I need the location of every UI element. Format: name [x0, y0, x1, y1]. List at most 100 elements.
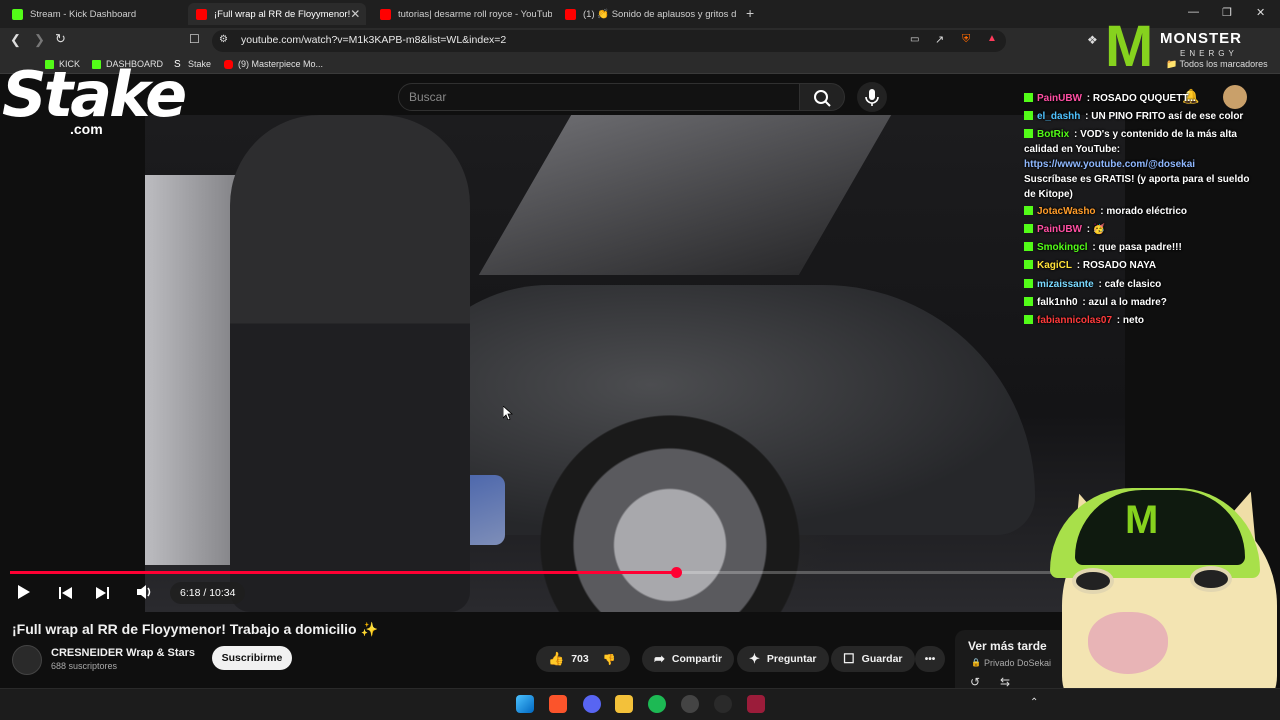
subscribe-button[interactable]: Suscribirme — [212, 646, 292, 670]
search-input[interactable] — [398, 83, 800, 111]
streamer-app-icon[interactable] — [747, 695, 765, 713]
ask-label: Preguntar — [766, 653, 817, 665]
chat-username[interactable]: PainUBW — [1037, 224, 1082, 235]
loop-icon[interactable]: ↺ — [970, 675, 980, 689]
chat-badge-icon — [1024, 224, 1033, 233]
save-icon: ☐ — [843, 651, 855, 666]
tab-full-wrap-video[interactable]: ¡Full wrap al RR de Floyymenor! ✕ — [188, 3, 366, 25]
brave-rewards-icon[interactable]: ▲ — [987, 33, 997, 44]
app-icon[interactable] — [714, 695, 732, 713]
sparkle-icon: ✦ — [749, 651, 760, 666]
tab-tutorial-video[interactable]: tutorias| desarme roll royce - YouTub — [372, 3, 552, 25]
time-display: 6:18 / 10:34 — [170, 582, 246, 604]
thumbs-down-icon[interactable]: 👎 — [603, 653, 616, 666]
share-icon[interactable]: ↗ — [935, 33, 944, 46]
video-player[interactable] — [145, 115, 1125, 612]
monster-brand-text: MONSTER — [1160, 30, 1242, 47]
channel-name[interactable]: CRESNEIDER Wrap & Stars — [51, 647, 195, 659]
chat-message: Suscríbase es GRATIS! (y aporta para el … — [1024, 172, 1256, 202]
bookmark-label: Stake — [188, 59, 212, 69]
site-info-icon[interactable]: ⚙ — [219, 34, 228, 45]
youtube-icon — [380, 8, 391, 20]
chat-message: falk1nh0 : azul a lo madre? — [1024, 295, 1256, 310]
shuffle-icon[interactable]: ⇆ — [1000, 675, 1010, 689]
restore-button[interactable]: ❐ — [1222, 6, 1232, 19]
tab-aplausos-video[interactable]: (1) 👏 Sonido de aplausos y gritos d — [557, 3, 737, 25]
chat-username[interactable]: mizaissante — [1037, 279, 1094, 290]
chat-username[interactable]: PainUBW — [1037, 93, 1082, 104]
share-button[interactable]: ➦ Compartir — [642, 646, 735, 672]
save-button[interactable]: ☐ Guardar — [831, 646, 915, 672]
play-button[interactable] — [17, 585, 31, 602]
chat-badge-icon — [1024, 129, 1033, 138]
chat-username[interactable]: el_dashh — [1037, 111, 1080, 122]
cast-icon[interactable]: ▭ — [910, 34, 919, 45]
close-tab-icon[interactable]: ✕ — [350, 7, 360, 21]
channel-avatar[interactable] — [12, 645, 42, 675]
chat-message: KagiCL : ROSADO NAYA — [1024, 258, 1256, 273]
close-window-button[interactable]: ✕ — [1256, 6, 1265, 19]
chat-username[interactable]: fabiannicolas07 — [1037, 315, 1112, 326]
volume-button[interactable] — [137, 585, 155, 602]
brave-shield-icon[interactable]: ⛨ — [962, 33, 970, 46]
chat-text: : azul a lo madre? — [1079, 297, 1167, 308]
chat-username[interactable]: JotacWasho — [1037, 206, 1096, 217]
chat-message: PainUBW : ROSADO QUQUETT... — [1024, 91, 1256, 106]
mascot-eye — [1190, 566, 1232, 592]
minimize-button[interactable]: — — [1188, 6, 1199, 18]
obs-icon[interactable] — [681, 695, 699, 713]
brave-browser-icon[interactable] — [549, 695, 567, 713]
forward-icon[interactable]: ❯ — [34, 32, 45, 48]
bookmark-icon[interactable]: ☐ — [189, 32, 200, 46]
more-actions-button[interactable]: ••• — [915, 646, 945, 672]
new-tab-button[interactable]: + — [746, 5, 754, 21]
playlist-title[interactable]: Ver más tarde — [968, 639, 1047, 653]
thumbs-up-icon: 👍 — [548, 651, 565, 666]
chat-username[interactable]: falk1nh0 — [1037, 297, 1078, 308]
search-button[interactable] — [799, 83, 845, 111]
youtube-icon — [565, 8, 576, 20]
like-button[interactable]: 👍 703 👎 — [536, 646, 630, 672]
chat-username[interactable]: BotRix — [1037, 129, 1069, 140]
kick-icon — [12, 8, 23, 20]
progress-scrubber[interactable] — [671, 567, 682, 578]
chat-badge-icon — [1024, 93, 1033, 102]
windows-start-icon[interactable] — [516, 695, 534, 713]
extensions-icon[interactable]: ❖ — [1087, 33, 1098, 47]
chat-username[interactable]: Smokingcl — [1037, 242, 1088, 253]
chat-badge-icon — [1024, 111, 1033, 120]
next-button[interactable] — [95, 586, 109, 602]
discord-icon[interactable] — [583, 695, 601, 713]
chat-username[interactable]: KagiCL — [1037, 260, 1072, 271]
all-bookmarks-folder[interactable]: 📁 Todos los marcadores — [1166, 59, 1268, 70]
file-explorer-icon[interactable] — [615, 695, 633, 713]
chat-badge-icon — [1024, 279, 1033, 288]
play-icon — [18, 585, 30, 599]
url-text[interactable]: youtube.com/watch?v=M1k3KAPB-m8&list=WL&… — [241, 34, 506, 46]
chat-message: https://www.youtube.com/@dosekai — [1024, 157, 1256, 172]
previous-icon — [59, 587, 72, 599]
back-icon[interactable]: ❮ — [10, 32, 21, 48]
chat-text: : que pasa padre!!! — [1089, 242, 1182, 253]
spotify-icon[interactable] — [648, 695, 666, 713]
reload-icon[interactable]: ↻ — [55, 31, 66, 47]
ask-button[interactable]: ✦ Preguntar — [737, 646, 829, 672]
tray-chevron-icon[interactable]: ⌃ — [1030, 697, 1038, 708]
voice-search-button[interactable] — [857, 82, 887, 112]
chat-badge-icon — [1024, 315, 1033, 324]
tab-kick-dashboard[interactable]: Stream - Kick Dashboard — [4, 3, 184, 25]
bookmark-masterpiece[interactable]: (9) Masterpiece Mo... — [224, 59, 323, 69]
progress-fill — [10, 571, 676, 574]
stake-logo-suffix: .com — [70, 121, 103, 137]
chat-message: PainUBW : 🥳 — [1024, 222, 1256, 237]
microphone-icon — [865, 89, 879, 106]
like-count: 703 — [571, 653, 589, 665]
all-bookmarks-label: Todos los marcadores — [1179, 59, 1268, 69]
subscriber-count: 688 suscriptores — [51, 661, 118, 671]
chat-message: Smokingcl : que pasa padre!!! — [1024, 240, 1256, 255]
chat-message: JotacWasho : morado eléctrico — [1024, 204, 1256, 219]
chat-message: BotRix : VOD's y contenido de la más alt… — [1024, 127, 1256, 157]
mascot-nose — [1088, 612, 1168, 674]
chat-link[interactable]: https://www.youtube.com/@dosekai — [1024, 159, 1195, 170]
previous-button[interactable] — [59, 586, 73, 602]
